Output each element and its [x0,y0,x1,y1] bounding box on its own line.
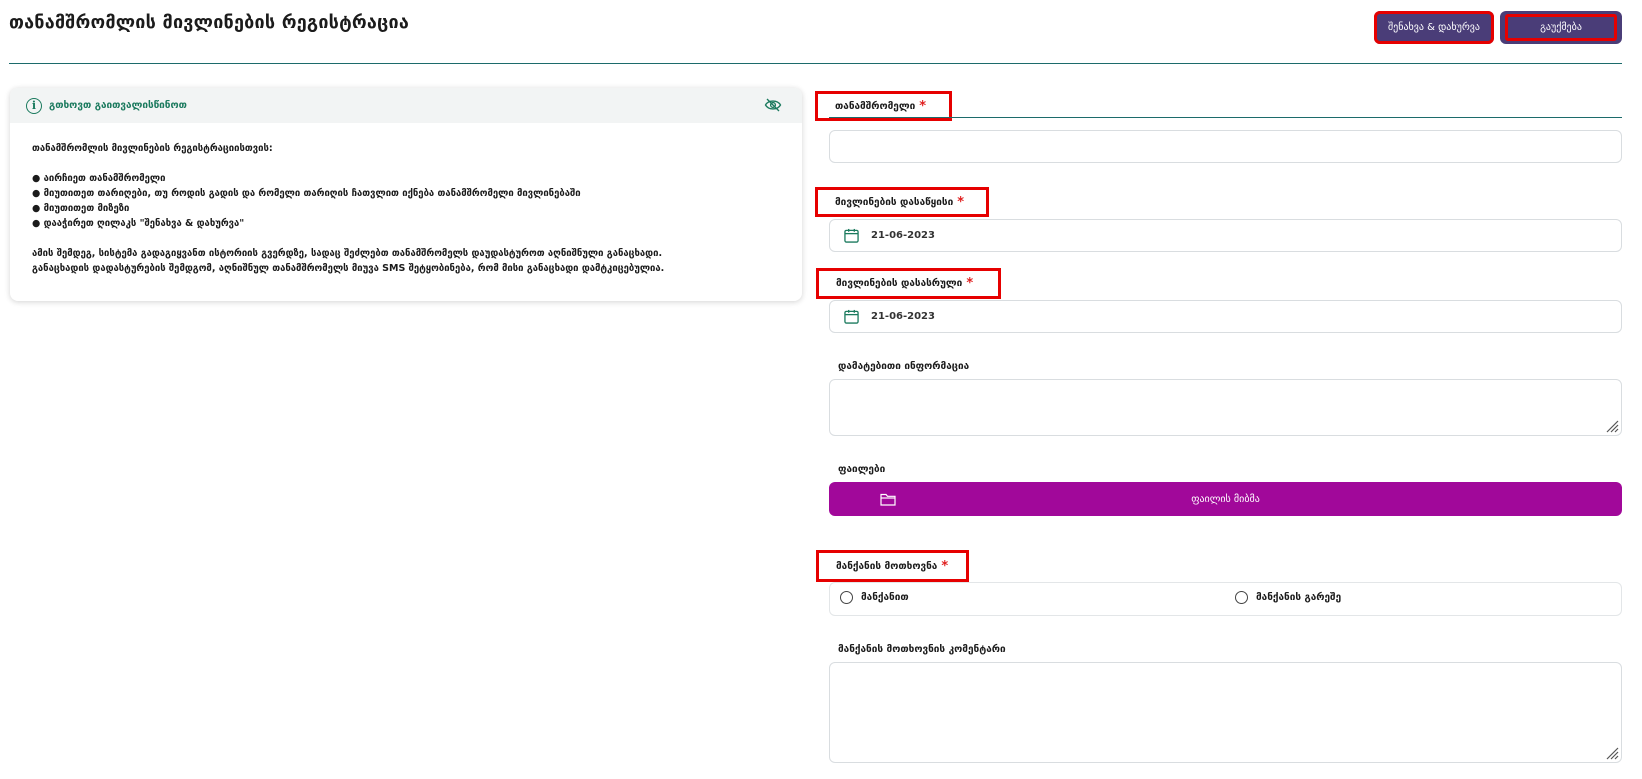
end-date-value: 21-06-2023 [871,311,935,322]
start-date-label: მივლინების დასაწყისი * [815,187,989,217]
extra-info-textarea[interactable] [829,379,1622,436]
info-note: ამის შემდეგ, სისტემა გადაგიყვანთ ისტორიი… [32,248,663,259]
info-step: ● მიუთითეთ თარიღები, თუ როდის გადის და რ… [32,188,581,199]
info-step: ● აირჩიეთ თანამშრომელი [32,173,166,184]
radio-with-car-label: მანქანით [861,592,909,603]
required-mark: * [941,558,949,574]
files-label: ფაილები [818,460,885,478]
start-date-input[interactable]: 21-06-2023 [829,219,1622,252]
cancel-label: გაუქმება [1505,14,1617,41]
radio-with-car[interactable]: მანქანით [840,591,909,604]
save-close-button[interactable]: შენახვა & დახურვა [1374,11,1494,44]
employee-select[interactable] [829,130,1622,163]
employee-tab-underline [829,117,1622,118]
info-card-header: i გთხოვთ გაითვალისწინოთ [10,88,802,123]
attach-file-button[interactable]: ფაილის მიბმა [829,482,1622,516]
required-mark: * [957,194,965,210]
car-request-radio-group: მანქანით მანქანის გარეშე [829,582,1622,616]
car-request-label: მანქანის მოთხოვნა * [816,550,969,582]
page-title: თანამშრომლის მივლინების რეგისტრაცია [9,12,410,33]
info-card: i გთხოვთ გაითვალისწინოთ თანამშრომლის მივ… [10,88,802,301]
info-card-title: გთხოვთ გაითვალისწინოთ [49,100,187,111]
radio-without-car-label: მანქანის გარეშე [1256,592,1342,603]
car-comment-label: მანქანის მოთხოვნის კომენტარი [818,640,1006,658]
eye-off-icon[interactable] [764,97,782,113]
calendar-icon[interactable] [844,228,859,243]
required-mark: * [919,98,927,114]
extra-info-label-text: დამატებითი ინფორმაცია [838,360,970,372]
radio-circle[interactable] [840,591,853,604]
files-label-text: ფაილები [838,463,886,475]
employee-label-text: თანამშრომელი [835,100,916,112]
end-date-label-text: მივლინების დასასრული [836,278,963,289]
resize-handle-icon[interactable] [1605,746,1619,760]
car-request-label-text: მანქანის მოთხოვნა [836,560,938,572]
info-step: ● დააჭირეთ ღილაკს "შენახვა & დახურვა" [32,218,245,229]
start-date-value: 21-06-2023 [871,230,935,241]
radio-circle[interactable] [1235,591,1248,604]
info-card-body: თანამშრომლის მივლინების რეგისტრაციისთვის… [10,123,802,276]
attach-file-label: ფაილის მიბმა [1191,493,1260,505]
radio-without-car[interactable]: მანქანის გარეშე [1235,591,1341,604]
info-step: ● მიუთითეთ მიზეზი [32,203,130,214]
info-note: განაცხადის დადასტურების შემდგომ, აღნიშნუ… [32,263,665,274]
cancel-button[interactable]: გაუქმება [1500,11,1622,44]
car-comment-textarea[interactable] [829,662,1622,763]
resize-handle-icon[interactable] [1605,419,1619,433]
save-close-label: შენახვა & დახურვა [1387,22,1480,33]
header-divider [9,63,1622,64]
required-mark: * [966,276,974,291]
calendar-icon[interactable] [844,309,859,324]
start-date-label-text: მივლინების დასაწყისი [835,196,954,208]
end-date-label: მივლინების დასასრული * [816,268,1001,299]
car-comment-label-text: მანქანის მოთხოვნის კომენტარი [838,643,1006,655]
info-intro: თანამშრომლის მივლინების რეგისტრაციისთვის… [32,143,273,154]
end-date-input[interactable]: 21-06-2023 [829,300,1622,333]
extra-info-label: დამატებითი ინფორმაცია [818,356,969,376]
info-icon: i [26,97,42,114]
